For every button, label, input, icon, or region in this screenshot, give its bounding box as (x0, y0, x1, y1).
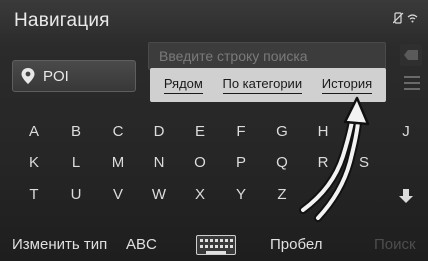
key-l[interactable]: L (64, 151, 88, 173)
key-m[interactable]: M (106, 151, 130, 173)
tab-by-category[interactable]: По категории (222, 76, 303, 94)
key-o[interactable]: O (188, 151, 212, 173)
key-v[interactable]: V (106, 183, 130, 205)
key-j[interactable]: J (394, 120, 418, 142)
key-f[interactable]: F (229, 120, 253, 142)
key-n[interactable]: N (147, 151, 171, 173)
key-w[interactable]: W (147, 183, 171, 205)
abc-button[interactable]: ABC (126, 236, 157, 253)
tab-history[interactable]: История (321, 76, 373, 94)
wifi-icon (407, 13, 418, 26)
key-x[interactable]: X (188, 183, 212, 205)
key-c[interactable]: C (106, 120, 130, 142)
key-g[interactable]: G (270, 120, 294, 142)
key-p[interactable]: P (229, 151, 253, 173)
key-u[interactable]: U (64, 183, 88, 205)
key-y[interactable]: Y (229, 183, 253, 205)
search-mode-tabs: Рядом По категории История (150, 68, 386, 102)
navigation-screen: Навигация POI Рядом (0, 0, 428, 261)
next-page-button[interactable] (396, 186, 416, 206)
space-button[interactable]: Пробел (270, 236, 323, 253)
poi-label: POI (43, 67, 69, 85)
key-t[interactable]: T (22, 183, 46, 205)
key-q[interactable]: Q (270, 151, 294, 173)
map-pin-icon (21, 68, 35, 84)
search-input[interactable] (149, 43, 385, 69)
list-icon[interactable] (404, 76, 420, 90)
search-field[interactable] (148, 42, 386, 70)
key-k[interactable]: K (22, 151, 46, 173)
keyboard-icon[interactable] (196, 235, 236, 255)
clear-button[interactable] (400, 44, 422, 66)
key-d[interactable]: D (147, 120, 171, 142)
key-a[interactable]: A (22, 120, 46, 142)
poi-category-button[interactable]: POI (12, 60, 136, 92)
key-e[interactable]: E (188, 120, 212, 142)
search-button[interactable]: Поиск (374, 236, 416, 253)
arrow-down-icon (399, 189, 413, 203)
tab-nearby[interactable]: Рядом (163, 76, 203, 94)
key-s[interactable]: S (352, 151, 376, 173)
status-icons (392, 12, 418, 27)
change-type-button[interactable]: Изменить тип (12, 236, 107, 253)
key-r[interactable]: R (311, 151, 335, 173)
key-z[interactable]: Z (270, 183, 294, 205)
key-h[interactable]: H (311, 120, 335, 142)
backspace-icon (404, 50, 418, 60)
no-phone-icon (392, 12, 404, 27)
key-b[interactable]: B (64, 120, 88, 142)
page-title: Навигация (14, 10, 110, 31)
